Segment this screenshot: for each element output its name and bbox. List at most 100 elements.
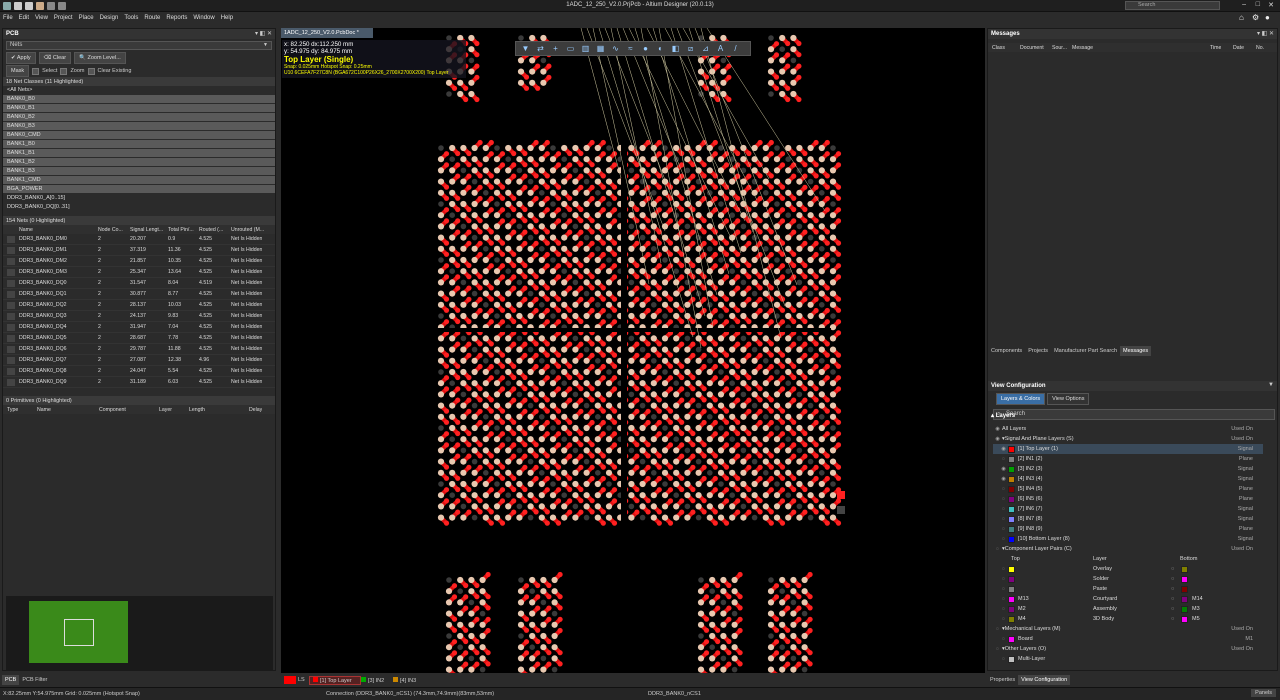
pcb-board[interactable] [281, 28, 985, 673]
eye-icon[interactable]: ◌ [999, 606, 1008, 612]
component-icon[interactable]: ▦ [595, 43, 606, 54]
menu-design[interactable]: Design [97, 12, 122, 21]
select-rect-icon[interactable]: ▭ [565, 43, 576, 54]
eye-icon[interactable]: ◌ [1171, 606, 1174, 612]
pair-row[interactable]: ◌ M2 Assembly ◌ M3 [993, 604, 1263, 614]
layer-color-swatch[interactable] [1008, 505, 1015, 513]
layer-row[interactable]: ◌ [8] IN7 (8) Signal [993, 514, 1263, 524]
net-color-swatch[interactable] [7, 301, 15, 309]
layer-row[interactable]: ◉ [4] IN3 (4) Signal [993, 474, 1263, 484]
gear-icon[interactable]: ⚙ [1252, 13, 1261, 22]
home-icon[interactable]: ⌂ [1239, 13, 1248, 22]
net-class-item[interactable]: DDR3_BANK0_DQ[0..31] [3, 203, 275, 212]
multi-layer-swatch[interactable] [1008, 655, 1015, 663]
net-color-swatch[interactable] [7, 345, 15, 353]
primitive-col-header[interactable]: Length [189, 407, 205, 413]
eye-icon[interactable]: ◌ [1171, 586, 1174, 592]
zoom-checkbox[interactable] [60, 67, 68, 75]
keepout-icon[interactable]: ⧄ [685, 43, 696, 54]
pair-group-row[interactable]: ◌ ▾ Component Layer Pairs (C) Used On [993, 544, 1263, 554]
bottom-layer-swatch[interactable] [1181, 595, 1188, 603]
pair-row[interactable]: ◌ Overlay ◌ [993, 564, 1263, 574]
net-row[interactable]: DDR3_BANK0_DQ8 2 24.047 5.54 4.525 Net Is Hid… [3, 366, 275, 377]
signal-group-row[interactable]: ◉ ▾ Signal And Plane Layers (S) Used On [993, 434, 1263, 444]
layer-row[interactable]: ◉ [1] Top Layer (1) Signal [993, 444, 1263, 454]
pad-icon[interactable]: ◐ [655, 43, 666, 54]
primitive-col-header[interactable]: Component [99, 407, 126, 413]
board-swatch[interactable] [1008, 635, 1015, 643]
net-class-item[interactable]: BGA_POWER [3, 185, 275, 194]
layer-row[interactable]: ◌ [7] IN6 (7) Signal [993, 504, 1263, 514]
layer-row[interactable]: ◌ [9] IN8 (9) Plane [993, 524, 1263, 534]
eye-icon[interactable]: ◌ [1171, 596, 1174, 602]
net-col-header[interactable]: Total Pin/... [168, 227, 194, 233]
eye-icon[interactable]: ◌ [999, 586, 1008, 592]
eye-icon[interactable]: ◉ [993, 436, 1002, 442]
route-icon[interactable]: ⇄ [535, 43, 546, 54]
eye-icon[interactable]: ◌ [999, 526, 1008, 532]
menu-window[interactable]: Window [190, 12, 217, 21]
all-layers-row[interactable]: ◉ All Layers Used On [993, 424, 1263, 434]
other-group-row[interactable]: ◌ ▾ Other Layers (O) Used On [993, 644, 1263, 654]
net-row[interactable]: DDR3_BANK0_DM1 2 37.319 11.36 4.525 Net Is Hi… [3, 245, 275, 256]
primitive-col-header[interactable]: Layer [159, 407, 172, 413]
menu-project[interactable]: Project [51, 12, 76, 21]
bottom-layer-swatch[interactable] [1181, 605, 1188, 613]
col-message[interactable]: Message [1072, 45, 1093, 51]
eye-icon[interactable]: ◌ [999, 486, 1008, 492]
tab-manufacturer-part-search[interactable]: Manufacturer Part Search [1051, 346, 1120, 356]
net-col-header[interactable]: Node Co... [98, 227, 123, 233]
select-checkbox[interactable] [32, 67, 40, 75]
board-insight-preview[interactable] [6, 596, 273, 671]
menu-help[interactable]: Help [218, 12, 236, 21]
layer-color-swatch[interactable] [1008, 515, 1015, 523]
apply-button[interactable]: ✔ Apply [6, 52, 36, 64]
layer-row[interactable]: ◌ [5] IN4 (5) Plane [993, 484, 1263, 494]
menu-place[interactable]: Place [76, 12, 97, 21]
net-col-header[interactable]: Name [19, 227, 33, 233]
pair-row[interactable]: ◌ Solder ◌ [993, 574, 1263, 584]
net-class-item[interactable]: DDR3_BANK0_A[0..15] [3, 194, 275, 203]
net-class-item[interactable]: BANK0_B3 [3, 122, 275, 131]
clear-button[interactable]: ⌫ Clear [38, 52, 72, 64]
eye-icon[interactable]: ◌ [993, 546, 1002, 552]
bottom-layer-swatch[interactable] [1181, 565, 1188, 573]
eye-icon[interactable]: ◌ [999, 576, 1008, 582]
net-color-swatch[interactable] [7, 334, 15, 342]
multi-layer-row[interactable]: ◌ Multi-Layer [993, 654, 1263, 664]
via-icon[interactable]: ● [640, 43, 651, 54]
eye-icon[interactable]: ◌ [993, 626, 1002, 632]
top-layer-swatch[interactable] [1008, 615, 1015, 623]
eye-icon[interactable]: ◌ [999, 456, 1008, 462]
tab-messages[interactable]: Messages [1120, 346, 1152, 356]
eye-icon[interactable]: ◌ [1171, 576, 1174, 582]
layer-color-swatch[interactable] [1008, 445, 1015, 453]
diff-pair-icon[interactable]: ≈ [625, 43, 636, 54]
pair-row[interactable]: ◌ M13 Courtyard ◌ M14 [993, 594, 1263, 604]
primitive-col-header[interactable]: Type [7, 407, 18, 413]
panel-controls-icon[interactable]: ▾ ◧ ✕ [1257, 30, 1274, 37]
tab-projects[interactable]: Projects [1025, 346, 1051, 356]
net-class-item[interactable]: BANK1_CMD [3, 176, 275, 185]
layer-tab-top[interactable]: [1] Top Layer [309, 676, 361, 685]
view-config-search[interactable]: ⌕ Search [993, 409, 1275, 420]
net-color-swatch[interactable] [7, 312, 15, 320]
col-document[interactable]: Document [1020, 45, 1044, 51]
layer-color-swatch[interactable] [1008, 485, 1015, 493]
top-layer-swatch[interactable] [1008, 565, 1015, 573]
net-class-item[interactable]: BANK1_B2 [3, 158, 275, 167]
net-class-item[interactable]: BANK0_B2 [3, 113, 275, 122]
tab-layers-colors[interactable]: Layers & Colors [996, 393, 1046, 405]
top-layer-swatch[interactable] [1008, 605, 1015, 613]
net-row[interactable]: DDR3_BANK0_DQ2 2 28.137 10.03 4.525 Net Is Hi… [3, 300, 275, 311]
net-class-item[interactable]: <All Nets> [3, 86, 275, 95]
net-class-item[interactable]: BANK1_B3 [3, 167, 275, 176]
layer-row[interactable]: ◌ [6] IN5 (6) Plane [993, 494, 1263, 504]
pcb-canvas[interactable] [281, 28, 985, 673]
chevron-down-icon[interactable]: ▼ [1268, 382, 1274, 388]
net-class-item[interactable]: BANK0_B0 [3, 95, 275, 104]
line-icon[interactable]: / [730, 43, 741, 54]
primitive-col-header[interactable]: Name [37, 407, 51, 413]
layer-color-swatch[interactable] [1008, 535, 1015, 543]
layer-color-swatch[interactable] [1008, 525, 1015, 533]
